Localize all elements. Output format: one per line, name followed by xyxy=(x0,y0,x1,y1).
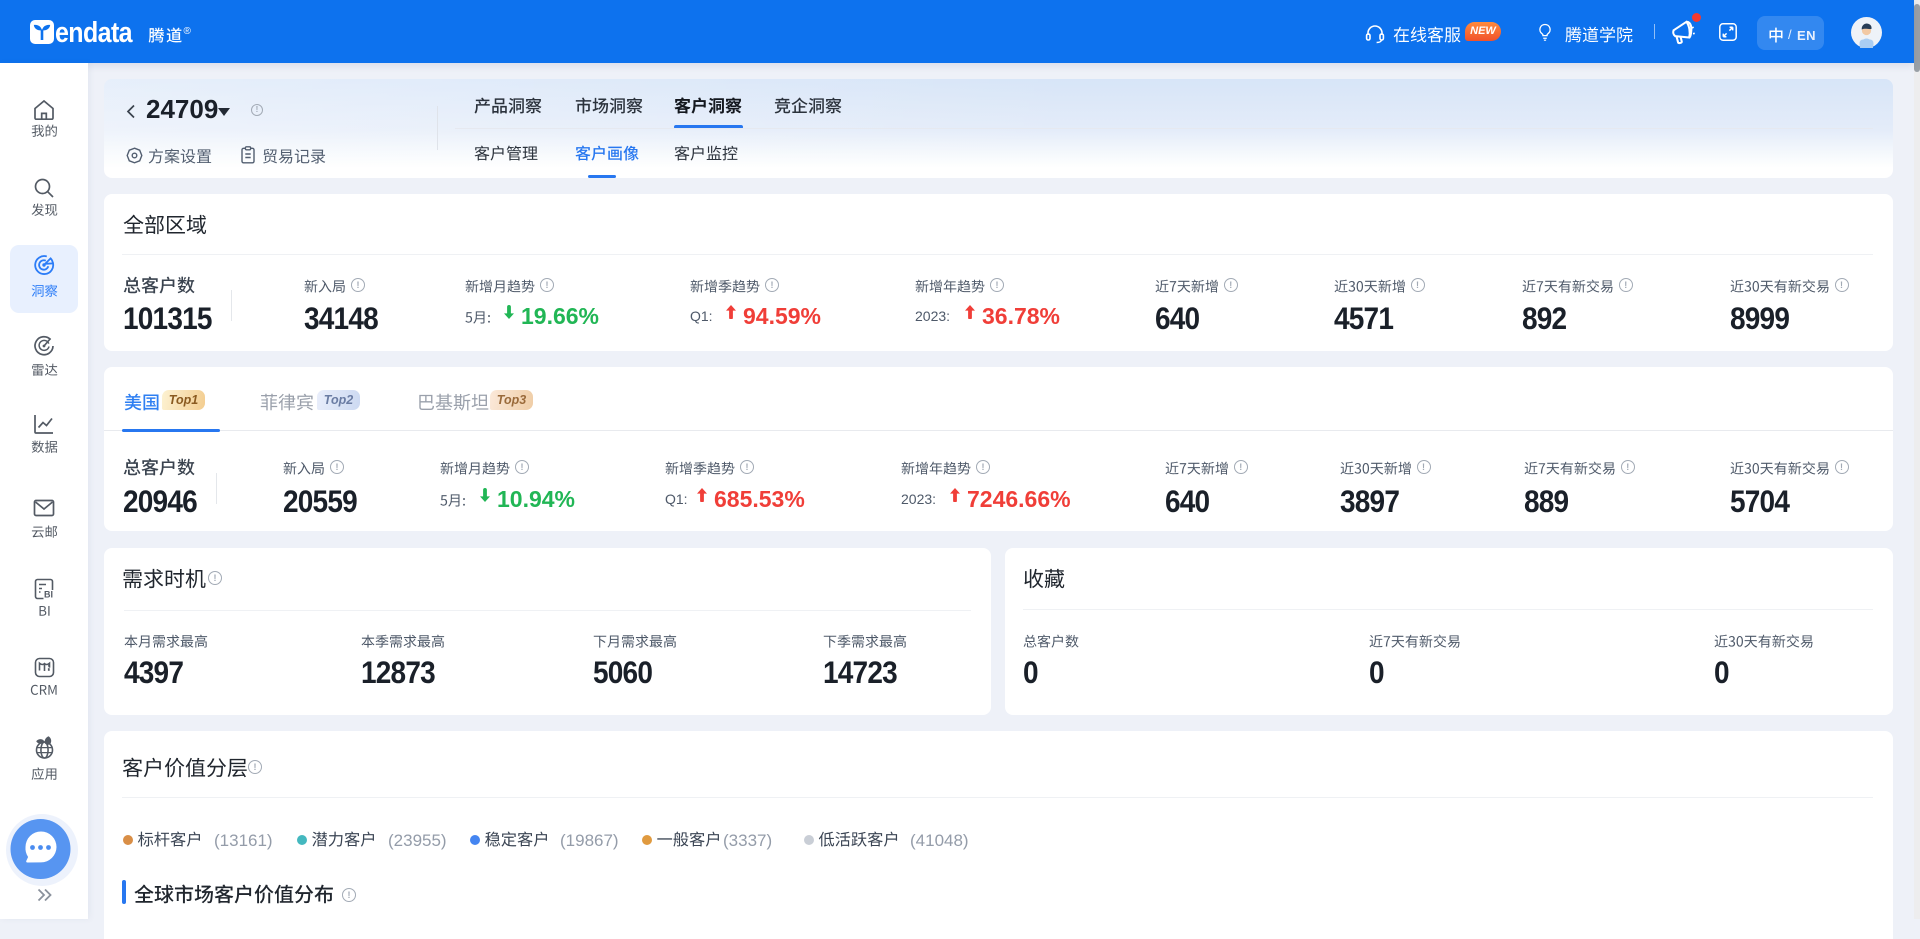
svg-text:BI: BI xyxy=(44,590,53,600)
